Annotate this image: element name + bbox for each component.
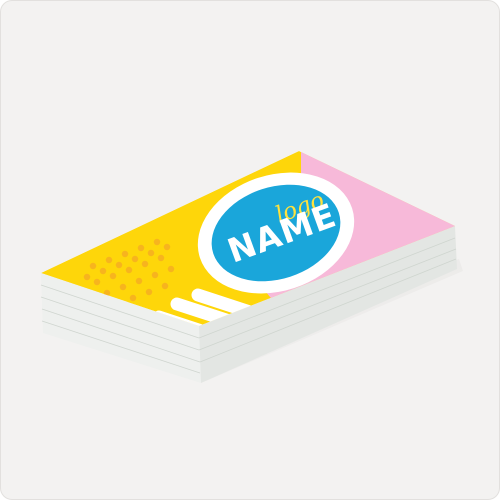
flyer-stack-illustration: logo NAME: [40, 151, 463, 383]
product-photo-frame: logo NAME: [0, 0, 500, 500]
